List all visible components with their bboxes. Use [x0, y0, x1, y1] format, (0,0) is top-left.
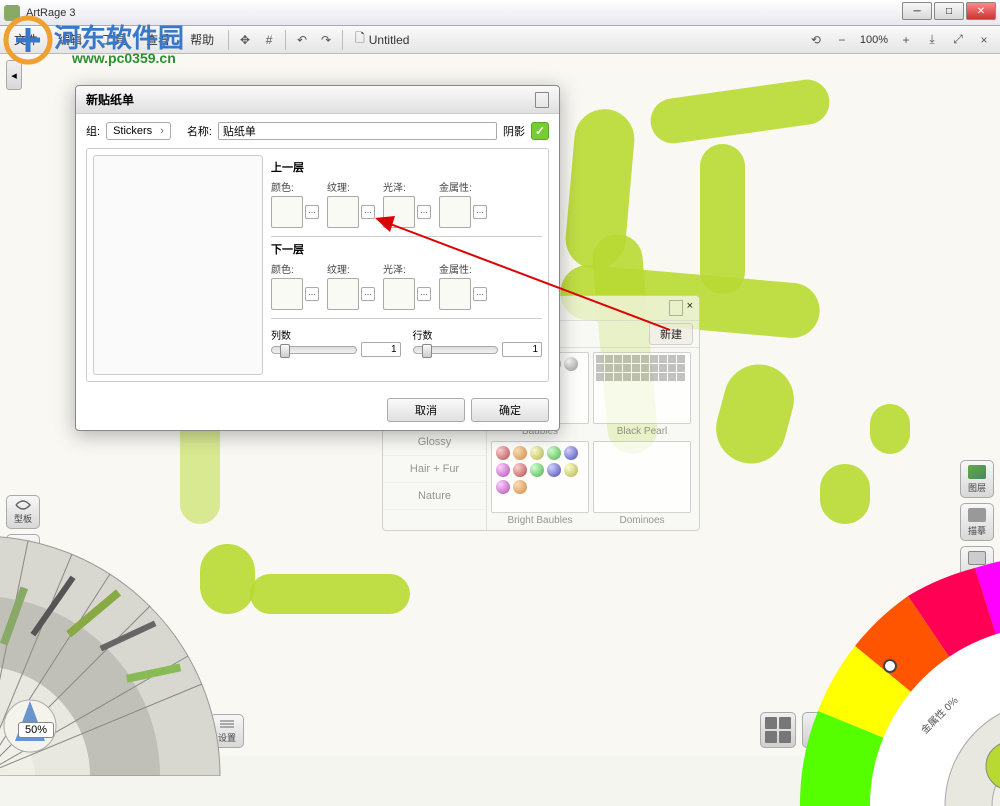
zoom-value: 100%	[856, 34, 892, 46]
sticker-preview[interactable]: Dominoes	[593, 441, 691, 526]
shadow-label: 阴影	[503, 123, 525, 139]
chevron-right-icon: ›	[160, 125, 164, 137]
color-wheel[interactable]	[790, 546, 1000, 806]
panel-close-icon[interactable]: ×	[972, 28, 996, 52]
category-item[interactable]: Nature	[383, 483, 486, 510]
group-combo[interactable]: Stickers ›	[106, 122, 171, 140]
sticker-preview-box	[93, 155, 263, 375]
grid-icon[interactable]: #	[257, 28, 281, 52]
upper-color-swatch[interactable]	[271, 196, 303, 228]
minimize-button[interactable]: ─	[902, 2, 932, 20]
lower-metallic-swatch[interactable]	[439, 278, 471, 310]
upper-texture-swatch[interactable]	[327, 196, 359, 228]
tool-wheel[interactable]	[0, 526, 230, 776]
maximize-button[interactable]: □	[934, 2, 964, 20]
dialog-title: 新贴纸单	[86, 91, 134, 108]
columns-value[interactable]: 1	[361, 342, 401, 357]
zoom-out-icon[interactable]: −	[830, 28, 854, 52]
more-icon[interactable]: ⋯	[417, 287, 431, 301]
sticker-tab-new[interactable]: 新建	[649, 323, 693, 345]
new-sticker-dialog: 新贴纸单 组: Stickers › 名称: 阴影 ✓ 上一层 颜色:⋯ 纹理:…	[75, 85, 560, 431]
download-icon[interactable]: ⤓	[920, 28, 944, 52]
group-label: 组:	[86, 123, 100, 139]
shadow-checkbox[interactable]: ✓	[531, 122, 549, 140]
category-item[interactable]: Glossy	[383, 429, 486, 456]
document-tab[interactable]: 🗋 Untitled	[347, 27, 417, 52]
panel-doc-icon[interactable]	[669, 300, 683, 316]
sticker-preview[interactable]: Bright Baubles	[491, 441, 589, 526]
more-icon[interactable]: ⋯	[361, 287, 375, 301]
rows-label: 行数	[413, 331, 433, 342]
zoom-in-icon[interactable]: +	[894, 28, 918, 52]
more-icon[interactable]: ⋯	[473, 205, 487, 219]
dialog-doc-icon[interactable]	[535, 92, 549, 108]
document-name: Untitled	[369, 33, 410, 47]
fullscreen-icon[interactable]: ⤢	[946, 28, 970, 52]
panel-close-icon[interactable]: ×	[687, 300, 693, 316]
more-icon[interactable]: ⋯	[417, 205, 431, 219]
undo-icon[interactable]: ↶	[290, 28, 314, 52]
move-tool-icon[interactable]: ✥	[233, 28, 257, 52]
document-icon: 🗋	[355, 29, 365, 50]
brush-size-value[interactable]: 50%	[18, 722, 54, 738]
more-icon[interactable]: ⋯	[473, 287, 487, 301]
redo-icon[interactable]: ↷	[314, 28, 338, 52]
rows-slider[interactable]	[413, 346, 499, 354]
cancel-button[interactable]: 取消	[387, 398, 465, 422]
lower-color-swatch[interactable]	[271, 278, 303, 310]
columns-slider[interactable]	[271, 346, 357, 354]
name-label: 名称:	[187, 123, 212, 139]
upper-metallic-swatch[interactable]	[439, 196, 471, 228]
more-icon[interactable]: ⋯	[361, 205, 375, 219]
watermark-url: www.pc0359.cn	[72, 50, 176, 66]
more-icon[interactable]: ⋯	[305, 287, 319, 301]
upper-gloss-swatch[interactable]	[383, 196, 415, 228]
close-button[interactable]: ✕	[966, 2, 996, 20]
watermark-logo	[2, 14, 54, 66]
columns-label: 列数	[271, 331, 291, 342]
ok-button[interactable]: 确定	[471, 398, 549, 422]
dialog-titlebar[interactable]: 新贴纸单	[76, 86, 559, 114]
menu-help[interactable]: 帮助	[180, 27, 224, 52]
name-input[interactable]	[218, 122, 497, 140]
rows-value[interactable]: 1	[502, 342, 542, 357]
stencil-button[interactable]: 型板	[6, 495, 40, 529]
more-icon[interactable]: ⋯	[305, 205, 319, 219]
layers-button[interactable]: 图层	[960, 460, 994, 498]
upper-layer-label: 上一层	[271, 159, 542, 175]
lower-texture-swatch[interactable]	[327, 278, 359, 310]
lower-layer-label: 下一层	[271, 241, 542, 257]
lower-gloss-swatch[interactable]	[383, 278, 415, 310]
category-item[interactable]: Hair + Fur	[383, 456, 486, 483]
sticker-preview[interactable]: Black Pearl	[593, 352, 691, 437]
trace-button[interactable]: 描摹	[960, 503, 994, 541]
rotate-icon[interactable]: ⟲	[804, 28, 828, 52]
